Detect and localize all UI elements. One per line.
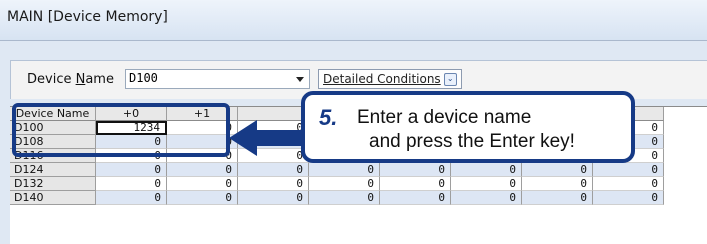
arrow-left-icon: [229, 120, 305, 156]
device-name-label: Device Name: [27, 72, 114, 87]
value-cell[interactable]: 0: [380, 191, 451, 205]
chevron-down-icon: ⌄: [443, 72, 457, 86]
value-cell[interactable]: 0: [522, 177, 593, 191]
value-cell[interactable]: 0: [380, 163, 451, 177]
value-cell[interactable]: 0: [451, 163, 522, 177]
device-name-highlight: [12, 103, 230, 157]
value-cell[interactable]: 0: [593, 177, 664, 191]
instruction-callout: 5. Enter a device name and press the Ent…: [301, 91, 635, 163]
value-cell[interactable]: 0: [522, 191, 593, 205]
value-cell[interactable]: 0: [96, 191, 167, 205]
callout-step-number: 5.: [319, 105, 338, 130]
value-cell[interactable]: 0: [309, 163, 380, 177]
value-cell[interactable]: 0: [167, 177, 238, 191]
value-cell[interactable]: 0: [167, 191, 238, 205]
window-title: MAIN [Device Memory]: [7, 9, 168, 25]
value-cell[interactable]: 0: [238, 177, 309, 191]
detailed-conditions-button[interactable]: Detailed Conditions ⌄: [318, 69, 462, 89]
device-name-dropdown-icon[interactable]: [296, 77, 304, 82]
value-cell[interactable]: 0: [96, 163, 167, 177]
row-header: D124: [10, 163, 96, 177]
device-name-input[interactable]: D100: [125, 69, 310, 89]
callout-text-line2: and press the Enter key!: [369, 131, 575, 152]
value-cell[interactable]: 0: [593, 191, 664, 205]
device-memory-window: MAIN [Device Memory] Device Name D100 De…: [0, 0, 707, 244]
row-header: D132: [10, 177, 96, 191]
value-cell[interactable]: 0: [593, 163, 664, 177]
value-cell[interactable]: 0: [309, 177, 380, 191]
value-cell[interactable]: 0: [238, 191, 309, 205]
value-cell[interactable]: 0: [380, 177, 451, 191]
value-cell[interactable]: 0: [238, 163, 309, 177]
value-cell[interactable]: 0: [451, 191, 522, 205]
value-cell[interactable]: 0: [96, 177, 167, 191]
value-cell[interactable]: 0: [167, 163, 238, 177]
value-cell[interactable]: 0: [451, 177, 522, 191]
value-cell[interactable]: 0: [522, 163, 593, 177]
row-header: D140: [10, 191, 96, 205]
value-cell[interactable]: 0: [309, 191, 380, 205]
callout-text-line1: Enter a device name: [357, 107, 532, 128]
title-bar: MAIN [Device Memory]: [0, 0, 707, 41]
detailed-conditions-label: Detailed Conditions: [323, 72, 441, 86]
